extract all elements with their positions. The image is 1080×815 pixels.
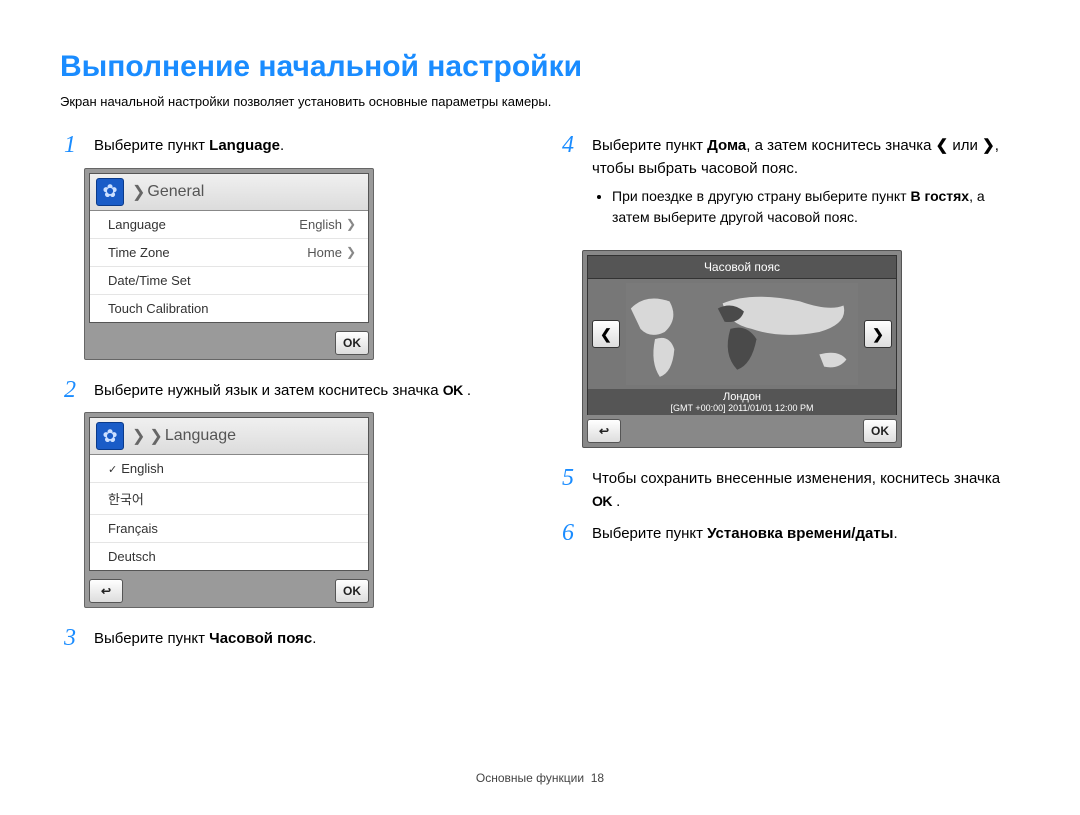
step-text-bold: Дома [707,137,746,154]
ok-button[interactable]: OK [335,331,369,355]
chevron-right-icon: ❯ [982,137,995,154]
chevron-right-icon: ❯ [132,182,145,202]
step-2: 2 Выберите нужный язык и затем коснитесь… [60,378,522,403]
step-text-bold: Language [209,137,280,154]
step-text: Выберите пункт [592,525,707,542]
panel-general: ✿ ❯ General Language English ❯ Time Zone … [84,168,374,360]
footer-page: 18 [591,771,604,785]
panel-language: ✿ ❯❯ Language ✓ English 한국어 Français Deut… [84,412,374,608]
back-button[interactable]: ↩ [587,419,621,443]
step-text: Выберите пункт [94,137,209,154]
tz-header: Часовой пояс [587,255,897,279]
step-number: 5 [558,466,578,490]
tz-city: Лондон [588,391,896,403]
step-text: . [894,525,898,542]
step-text-bold: Установка времени/даты [707,525,893,542]
menu-label: Time Zone [108,245,170,260]
step-text: . [463,382,471,399]
step-6: 6 Выберите пункт Установка времени/даты. [558,521,1020,546]
step-text: Выберите пункт [94,630,209,647]
chevron-left-icon: ❮ [936,137,949,154]
ok-button[interactable]: OK [335,579,369,603]
lang-label: English [121,461,164,476]
menu-item-timezone[interactable]: Time Zone Home ❯ [90,239,368,267]
panel-header: ✿ ❯❯ Language [90,418,368,455]
step-text: , а затем коснитесь значка [746,137,935,154]
lang-option-korean[interactable]: 한국어 [90,483,368,515]
step-3: 3 Выберите пункт Часовой пояс. [60,626,522,651]
menu-label: Language [108,217,166,232]
ok-glyph: OK [592,491,612,512]
page-footer: Основные функции 18 [0,771,1080,785]
lang-label: Deutsch [108,549,156,564]
check-icon: ✓ [108,464,117,476]
menu-label: Date/Time Set [108,273,191,288]
next-button[interactable]: ❯ [864,320,892,348]
world-map [626,283,858,385]
step-number: 3 [60,626,80,650]
step-5: 5 Чтобы сохранить внесенные изменения, к… [558,466,1020,513]
step-number: 2 [60,378,80,402]
step-number: 4 [558,133,578,157]
menu-value: Home [307,245,342,260]
menu-label: Touch Calibration [108,301,208,316]
menu-item-datetime[interactable]: Date/Time Set [90,267,368,295]
step-bullet: При поездке в другую страну выберите пун… [612,186,1020,228]
panel-timezone: Часовой пояс ❮ ❯ Лондон [582,250,902,448]
ok-glyph: OK [443,380,463,401]
bullet-text: При поездке в другую страну выберите пун… [612,188,910,204]
right-column: 4 Выберите пункт Дома, а затем коснитесь… [558,133,1020,659]
left-column: 1 Выберите пункт Language. ✿ ❯ General L… [60,133,522,659]
step-text: Выберите нужный язык и затем коснитесь з… [94,382,443,399]
lang-label: Français [108,521,158,536]
panel-title: Language [165,427,236,445]
menu-item-touchcal[interactable]: Touch Calibration [90,295,368,322]
step-1: 1 Выберите пункт Language. [60,133,522,158]
page-title: Выполнение начальной настройки [60,50,1020,84]
step-text: . [612,493,620,510]
prev-button[interactable]: ❮ [592,320,620,348]
menu-item-language[interactable]: Language English ❯ [90,211,368,239]
lang-label: 한국어 [108,489,144,508]
gear-icon: ✿ [96,422,124,450]
step-number: 6 [558,521,578,545]
step-4: 4 Выберите пункт Дома, а затем коснитесь… [558,133,1020,240]
ok-button[interactable]: OK [863,419,897,443]
bullet-text-bold: В гостях [910,188,969,204]
step-text-bold: Часовой пояс [209,630,312,647]
gear-icon: ✿ [96,178,124,206]
step-text: или [948,137,982,154]
lang-option-english[interactable]: ✓ English [90,455,368,483]
tz-gmt: [GMT +00:00] 2011/01/01 12:00 PM [588,403,896,413]
panel-header: ✿ ❯ General [90,174,368,211]
chevron-right-icon: ❯ [346,217,356,231]
step-text: . [280,137,284,154]
lang-option-french[interactable]: Français [90,515,368,543]
footer-label: Основные функции [476,771,584,785]
step-text: Выберите пункт [592,137,707,154]
step-number: 1 [60,133,80,157]
menu-value: English [299,217,342,232]
step-text: Чтобы сохранить внесенные изменения, кос… [592,470,1000,487]
step-text: . [312,630,316,647]
back-button[interactable]: ↩ [89,579,123,603]
lang-option-german[interactable]: Deutsch [90,543,368,570]
chevron-right-icon: ❯ [149,426,162,446]
chevron-right-icon: ❯ [132,426,145,446]
chevron-right-icon: ❯ [346,245,356,259]
panel-title: General [147,183,204,201]
page-subtitle: Экран начальной настройки позволяет уста… [60,94,1020,109]
